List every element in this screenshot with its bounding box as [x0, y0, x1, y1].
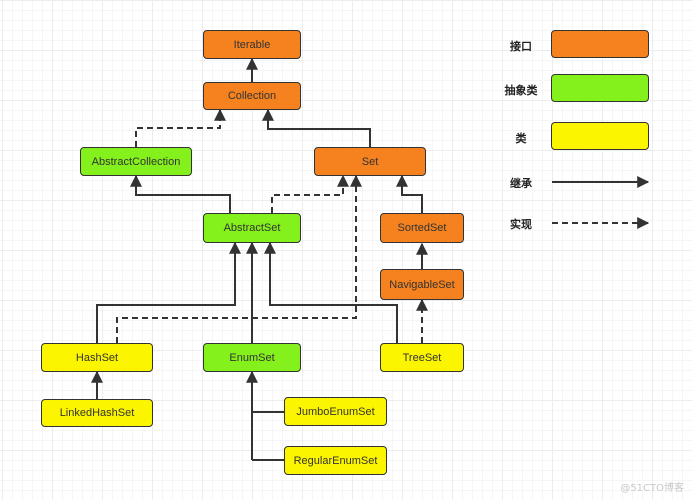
legend-inherit-label: 继承 — [510, 177, 532, 190]
watermark: @51CTO博客 — [620, 483, 684, 494]
node-abstract-set[interactable]: AbstractSet — [203, 213, 301, 243]
legend-abstract-class-swatch — [551, 74, 649, 102]
legend-abstract-class-label: 抽象类 — [504, 84, 538, 97]
edge-set-collection — [262, 108, 371, 147]
node-sorted-set[interactable]: SortedSet — [380, 213, 464, 243]
edge-abstractset-abstractcollection — [130, 174, 231, 213]
node-jumbo-enum-set[interactable]: JumboEnumSet — [284, 397, 387, 426]
node-iterable[interactable]: Iterable — [203, 30, 301, 59]
node-tree-set[interactable]: TreeSet — [380, 343, 464, 372]
edge-treeset-abstractset — [264, 241, 398, 343]
node-navigable-set[interactable]: NavigableSet — [380, 269, 464, 300]
edge-abstractset-set — [271, 174, 349, 213]
edge-abstractcollection-collection — [135, 108, 226, 147]
legend-interface-swatch — [551, 30, 649, 58]
node-linked-hash-set[interactable]: LinkedHashSet — [41, 399, 153, 427]
legend-class-label: 类 — [515, 132, 527, 145]
legend-class-swatch — [551, 122, 649, 150]
node-enum-set[interactable]: EnumSet — [203, 343, 301, 372]
node-hash-set[interactable]: HashSet — [41, 343, 153, 372]
edge-hashset-set — [116, 174, 362, 343]
node-collection[interactable]: Collection — [203, 82, 301, 110]
node-abstract-collection[interactable]: AbstractCollection — [80, 147, 192, 176]
node-set[interactable]: Set — [314, 147, 426, 176]
legend-implement-label: 实现 — [510, 218, 532, 231]
node-regular-enum-set[interactable]: RegularEnumSet — [284, 446, 387, 475]
legend-interface-label: 接口 — [510, 40, 532, 53]
edge-sortedset-set — [396, 174, 423, 213]
